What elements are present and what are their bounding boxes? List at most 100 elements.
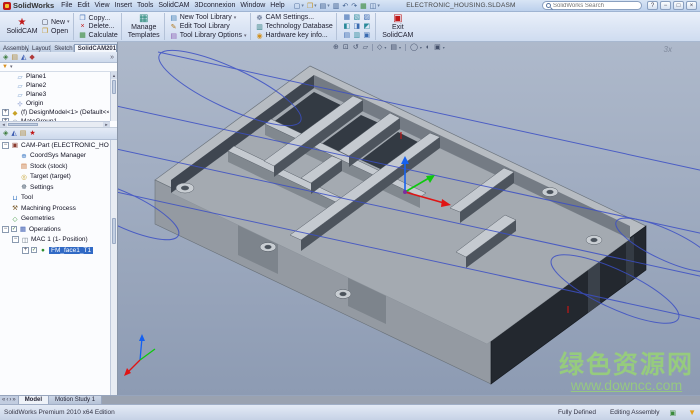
menu-tools[interactable]: Tools xyxy=(137,2,153,9)
prev-tab-icon[interactable]: ‹ xyxy=(6,396,8,404)
filter-caret-icon[interactable]: ▾ xyxy=(10,64,13,70)
status-sheet-icon[interactable]: ▣ xyxy=(669,409,676,417)
dimxpertmanager-icon[interactable]: ◆ xyxy=(29,53,34,62)
cam-tree-vertical-scrollbar[interactable] xyxy=(110,140,117,395)
copy-button[interactable]: ❐Copy... xyxy=(79,14,118,22)
hardware-key-info-button[interactable]: ◉Hardware key info... xyxy=(256,32,333,40)
tab-assembly[interactable]: Assembly xyxy=(0,45,29,52)
feature-tree-vertical-scrollbar[interactable]: ▲ xyxy=(110,72,117,121)
feature-tree-horizontal-scrollbar[interactable]: ◄► xyxy=(0,121,110,127)
collapse-icon[interactable]: − xyxy=(2,142,9,149)
cam-grid-icon-1[interactable]: ▦ xyxy=(342,13,352,22)
cam-part-icon: ▣ xyxy=(11,141,19,149)
open-icon[interactable]: ❐▾ xyxy=(307,2,317,10)
new-tool-library-button[interactable]: ▤New Tool Library▾ xyxy=(170,14,247,22)
tree-item-plane2[interactable]: ▱ Plane2 xyxy=(0,81,109,90)
cam-settings-button[interactable]: ☸CAM Settings... xyxy=(256,14,333,22)
solidcam-views-icon[interactable]: ◭ xyxy=(11,129,16,138)
technology-database-button[interactable]: ▥Technology Database xyxy=(256,23,333,31)
tree-item-operation-selected[interactable]: + ✓ ● FM_face1_T1 xyxy=(0,245,109,256)
redo-icon[interactable]: ↷ xyxy=(351,2,357,10)
help-button[interactable]: ? xyxy=(647,1,658,10)
tree-item-plane1[interactable]: ▱ Plane1 xyxy=(0,72,109,81)
tree-item-settings[interactable]: ☸ Settings xyxy=(0,182,109,193)
calculate-button[interactable]: ▦Calculate xyxy=(79,31,118,39)
restore-button[interactable]: □ xyxy=(673,1,684,10)
cam-grid-icon-9[interactable]: ▣ xyxy=(362,31,372,40)
cam-grid-icon-4[interactable]: ◧ xyxy=(342,22,352,31)
mac-icon: ◫ xyxy=(21,236,29,244)
tree-item-stock[interactable]: ▤ Stock (stock) xyxy=(0,161,109,172)
delete-button[interactable]: ×Delete... xyxy=(79,23,118,30)
edit-tool-library-button[interactable]: ✎Edit Tool Library xyxy=(170,23,247,31)
cam-grid-icon-6[interactable]: ◩ xyxy=(362,22,372,31)
tree-item-mac1[interactable]: − ◫ MAC 1 (1- Position) xyxy=(0,235,109,246)
tree-item-tool[interactable]: ⊔ Tool xyxy=(0,193,109,204)
checkbox-checked[interactable]: ✓ xyxy=(11,226,17,232)
tree-item-designmodel[interactable]: + ◆ (f) DesignModel<1> (Default<<Default… xyxy=(0,108,109,117)
tree-item-operations[interactable]: − ✓ ▦ Operations xyxy=(0,224,109,235)
tool-library-options-button[interactable]: ▤Tool Library Options▾ xyxy=(170,32,247,40)
tree-item-target[interactable]: ◎ Target (target) xyxy=(0,172,109,183)
menu-help[interactable]: Help xyxy=(270,2,284,9)
menu-3dconnexion[interactable]: 3Dconnexion xyxy=(195,2,236,9)
tree-item-cam-part[interactable]: − ▣ CAM-Part (ELECTRONIC_HOUSING) xyxy=(0,140,109,151)
rebuild-icon[interactable]: ▦ xyxy=(360,2,367,10)
graphics-viewport[interactable]: ⊕ ⊡ ↺ ▱ ◇▾ ▤▾ ◯▾ ◐ ▣▾ 3x xyxy=(118,42,700,395)
propertymanager-icon[interactable]: ▤ xyxy=(11,53,18,62)
menu-solidcam[interactable]: SolidCAM xyxy=(158,2,189,9)
checkbox-checked[interactable]: ✓ xyxy=(31,247,37,253)
3d-model-electronic-housing[interactable] xyxy=(118,42,700,395)
configurationmanager-icon[interactable]: ◭ xyxy=(21,53,26,62)
tab-solidcam2010[interactable]: SolidCAM2010 xyxy=(74,44,117,52)
solidcam-config-icon[interactable]: ▤ xyxy=(20,129,27,138)
search-input[interactable] xyxy=(553,3,638,9)
solidcam-tab-icon[interactable]: ★ xyxy=(29,129,35,138)
solidcam-manager-icon[interactable]: ◈ xyxy=(3,129,8,138)
tab-layout[interactable]: Layout xyxy=(29,45,51,52)
new-button[interactable]: ▢New▾ xyxy=(41,18,70,26)
options-icon[interactable]: ◫▾ xyxy=(370,2,380,10)
manage-templates-button[interactable]: ▦ Manage Templates xyxy=(127,14,161,39)
tree-item-plane3[interactable]: ▱ Plane3 xyxy=(0,90,109,99)
cam-grid-icon-2[interactable]: ▧ xyxy=(352,13,362,22)
tab-model[interactable]: Model xyxy=(19,396,49,404)
tab-motion-study[interactable]: Motion Study 1 xyxy=(49,396,102,404)
featuremanager-tree-icon[interactable]: ◈ xyxy=(3,53,8,62)
open-button[interactable]: ❐Open xyxy=(41,27,70,35)
status-expand-arrow-icon[interactable]: ▼ xyxy=(688,408,696,417)
next-tab-icon[interactable]: › xyxy=(9,396,11,404)
cam-grid-icon-7[interactable]: ▤ xyxy=(342,31,352,40)
last-tab-icon[interactable]: » xyxy=(12,396,15,404)
minimize-button[interactable]: − xyxy=(660,1,671,10)
tree-item-geometries[interactable]: ◇ Geometries xyxy=(0,214,109,225)
menu-insert[interactable]: Insert xyxy=(115,2,133,9)
save-icon[interactable]: ▤▾ xyxy=(320,2,330,10)
cam-grid-icon-3[interactable]: ▨ xyxy=(362,13,372,22)
tree-item-coordsys-manager[interactable]: ⊕ CoordSys Manager xyxy=(0,151,109,162)
tree-item-machining-process[interactable]: ⚒ Machining Process xyxy=(0,203,109,214)
solidcam-button[interactable]: ★ SolidCAM xyxy=(5,18,39,35)
close-button[interactable]: × xyxy=(686,1,697,10)
menu-edit[interactable]: Edit xyxy=(77,2,89,9)
expand-icon[interactable]: + xyxy=(2,109,9,116)
collapse-icon[interactable]: − xyxy=(2,226,9,233)
cam-grid-icon-8[interactable]: ▥ xyxy=(352,31,362,40)
first-tab-icon[interactable]: « xyxy=(2,396,5,404)
new-document-icon[interactable]: ▢▾ xyxy=(294,2,304,10)
undo-icon[interactable]: ↶ xyxy=(342,2,348,10)
tree-item-origin[interactable]: ⊹ Origin xyxy=(0,99,109,108)
menu-window[interactable]: Window xyxy=(240,2,265,9)
cam-grid-icon-5[interactable]: ◨ xyxy=(352,22,362,31)
menu-file[interactable]: File xyxy=(61,2,72,9)
filter-icon[interactable]: ▼ xyxy=(2,64,8,70)
panel-chevron-icon[interactable]: » xyxy=(110,53,114,62)
search-box[interactable] xyxy=(542,1,642,10)
print-icon[interactable]: ▥ xyxy=(333,2,340,10)
collapse-icon[interactable]: − xyxy=(12,236,19,243)
tab-sketch[interactable]: Sketch xyxy=(51,45,74,52)
tool-icon: ⊔ xyxy=(11,194,19,202)
expand-icon[interactable]: + xyxy=(22,247,29,254)
menu-view[interactable]: View xyxy=(94,2,109,9)
exit-solidcam-button[interactable]: ▣ Exit SolidCAM xyxy=(381,14,415,39)
